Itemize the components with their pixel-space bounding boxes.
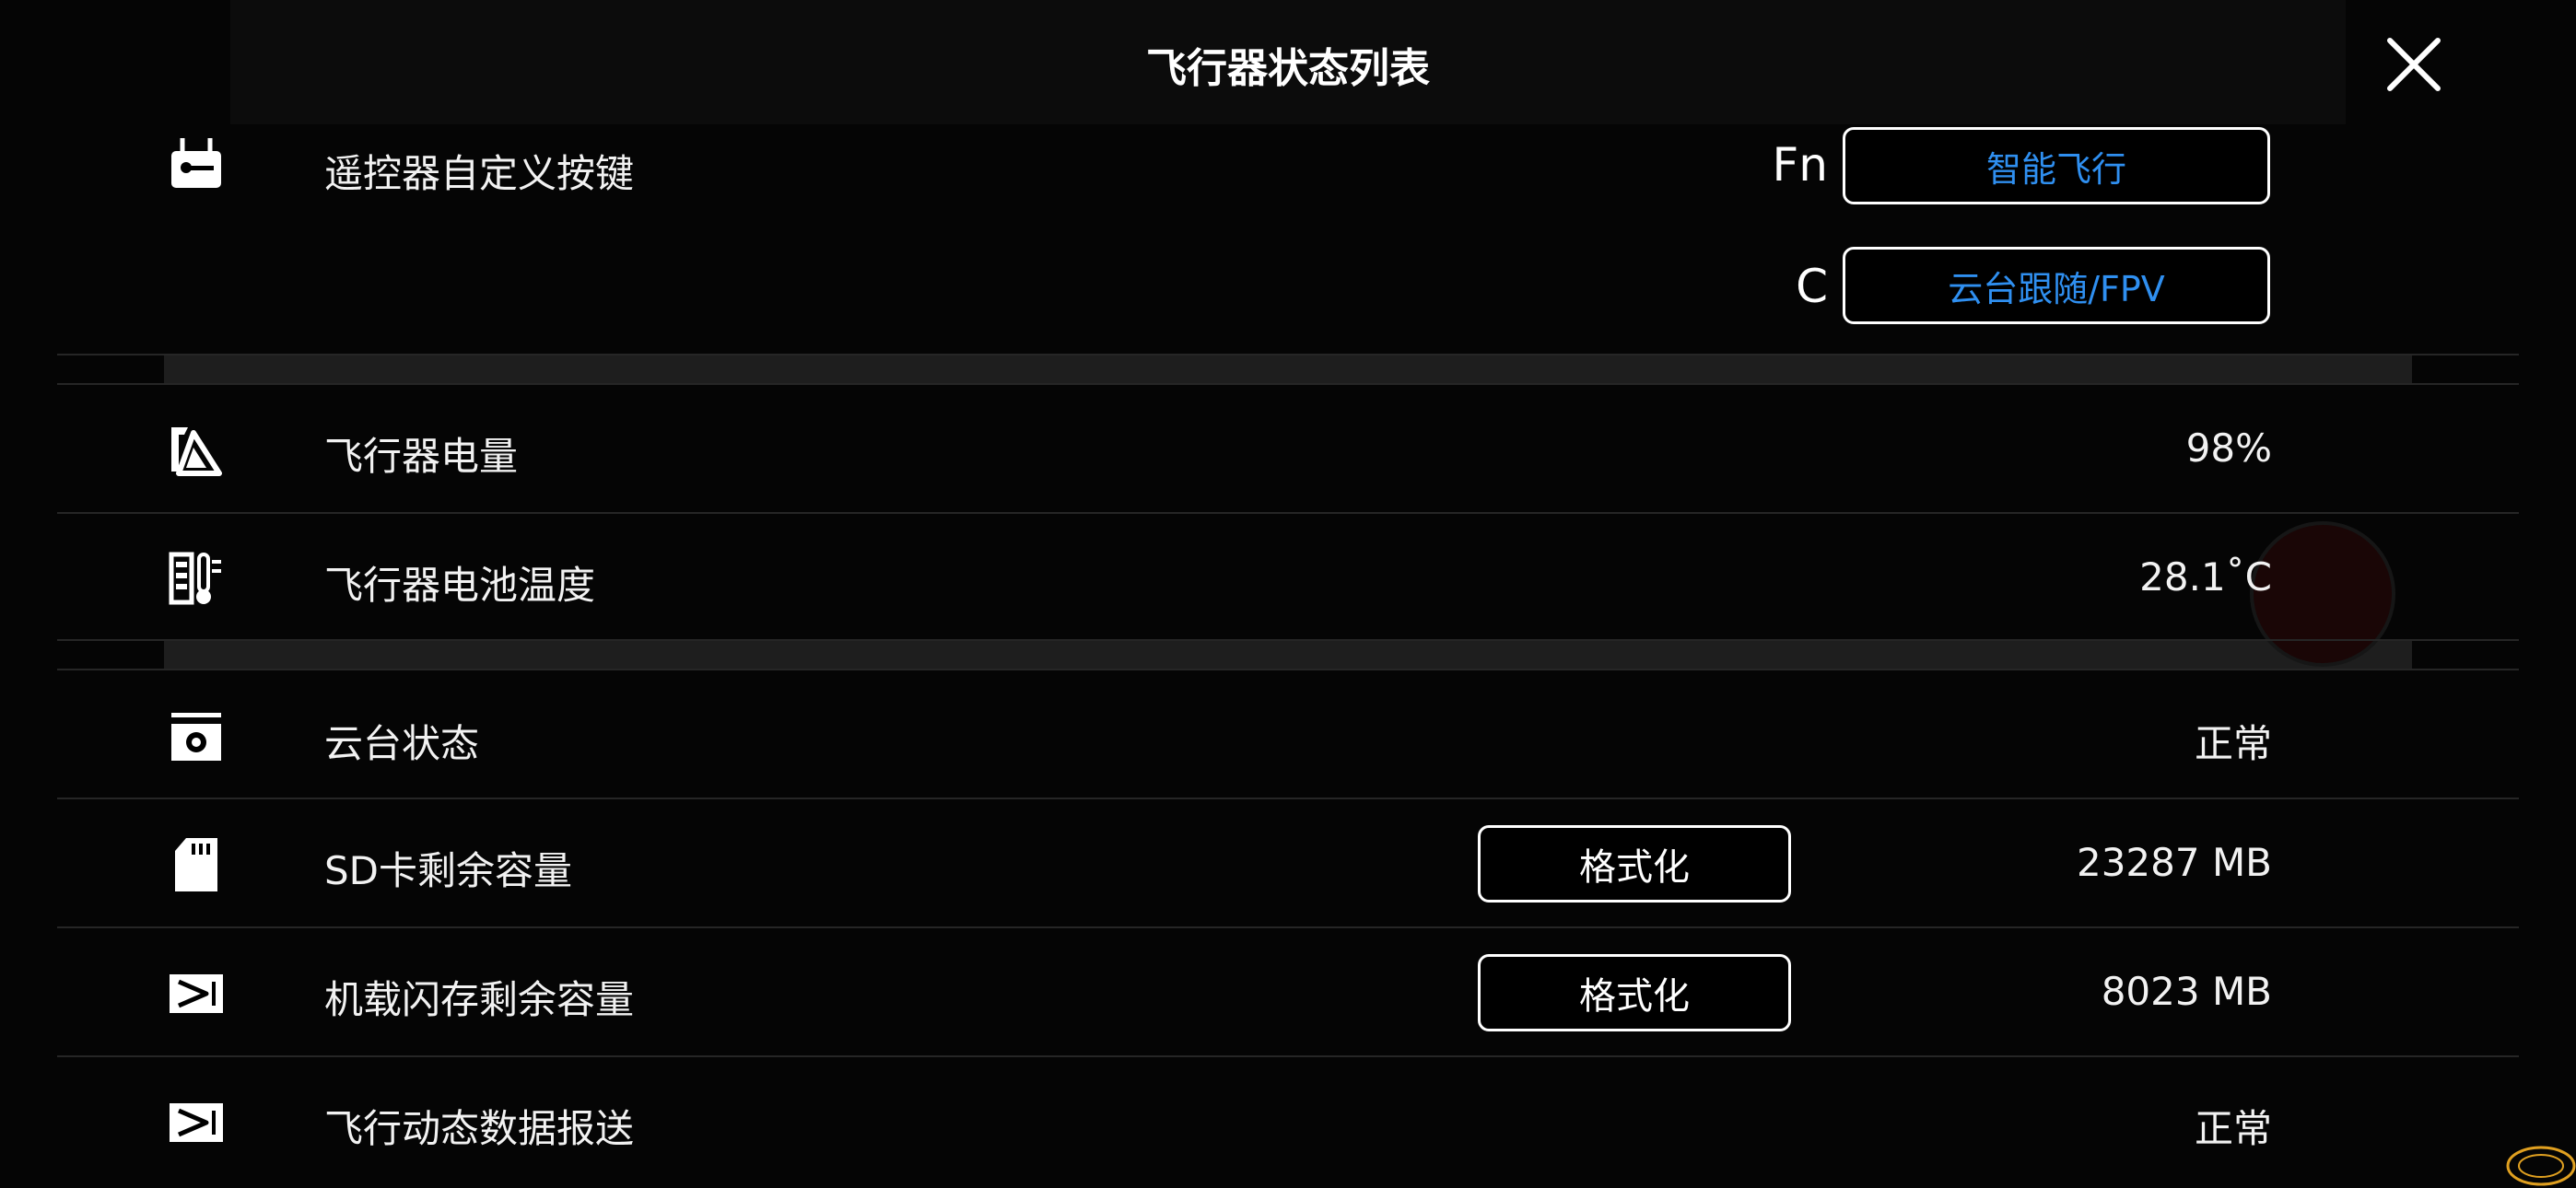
divider xyxy=(57,926,2519,928)
sd-card-icon xyxy=(175,838,217,891)
battery-label: 飞行器电量 xyxy=(324,434,519,479)
section-separator-band xyxy=(164,355,2412,385)
sd-card-value: 23287 MB xyxy=(2076,840,2272,885)
battery-value: 98% xyxy=(2185,425,2272,471)
dialog-title: 飞行器状态列表 xyxy=(1146,45,1430,92)
internal-storage-icon xyxy=(170,974,223,1013)
remote-custom-keys-label: 遥控器自定义按键 xyxy=(324,151,635,196)
gimbal-status-label: 云台状态 xyxy=(324,721,480,766)
flight-data-report-icon xyxy=(170,1103,223,1142)
sd-card-label: SD卡剩余容量 xyxy=(324,848,573,893)
divider xyxy=(57,512,2519,514)
divider xyxy=(57,798,2519,799)
divider xyxy=(57,383,2519,385)
battery-temperature-label: 飞行器电池温度 xyxy=(324,563,596,608)
divider xyxy=(57,669,2519,670)
internal-storage-value: 8023 MB xyxy=(2101,969,2272,1014)
gimbal-status-value: 正常 xyxy=(2194,721,2272,766)
divider xyxy=(57,354,2519,355)
battery-temperature-value: 28.1˚C xyxy=(2139,554,2272,600)
internal-storage-label: 机载闪存剩余容量 xyxy=(324,977,635,1022)
watermark-logo xyxy=(2506,1146,2576,1186)
battery-temperature-icon xyxy=(169,552,221,605)
section-separator-band xyxy=(164,641,2412,670)
fn-key-action-button[interactable]: 智能飞行 xyxy=(1843,127,2270,204)
c-key-action-button[interactable]: 云台跟随/FPV xyxy=(1843,247,2270,324)
gimbal-camera-icon xyxy=(171,713,221,761)
fn-key-label: Fn xyxy=(1772,138,1828,192)
internal-storage-format-button[interactable]: 格式化 xyxy=(1478,954,1791,1031)
aircraft-battery-icon xyxy=(171,427,222,476)
flight-data-report-label: 飞行动态数据报送 xyxy=(324,1106,635,1151)
divider xyxy=(57,1055,2519,1057)
c-key-label: C xyxy=(1796,260,1828,313)
flight-data-report-value: 正常 xyxy=(2194,1106,2272,1151)
remote-controller-icon xyxy=(171,138,221,188)
sd-card-format-button[interactable]: 格式化 xyxy=(1478,825,1791,903)
close-icon[interactable] xyxy=(2381,31,2447,98)
divider xyxy=(57,639,2519,641)
